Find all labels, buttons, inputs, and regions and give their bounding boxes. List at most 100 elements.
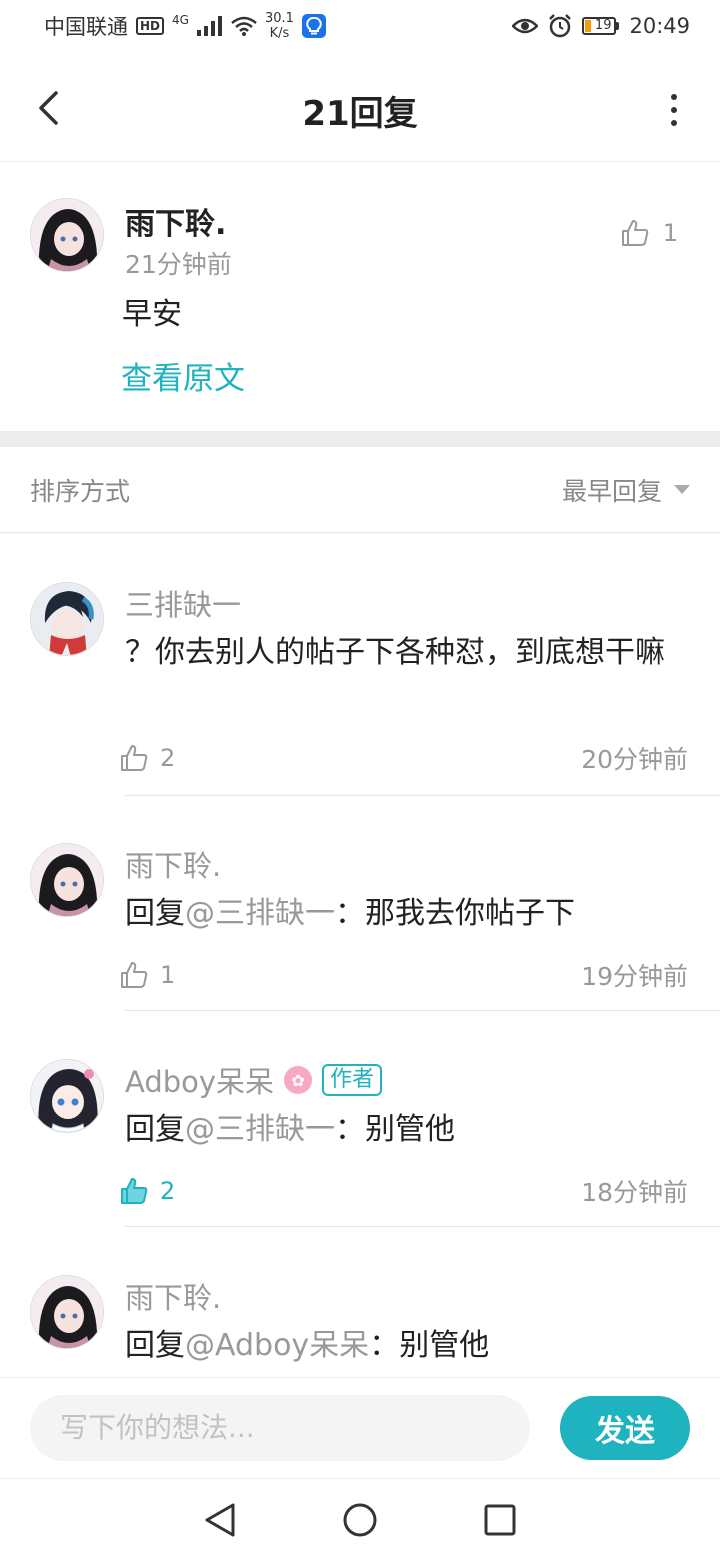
- reply-body: ：别管他: [369, 1328, 490, 1363]
- more-dot: [671, 120, 677, 126]
- post-time: 21分钟前: [125, 250, 232, 279]
- triangle-back-icon: [205, 1503, 235, 1536]
- hd-badge: HD: [136, 17, 165, 35]
- post-text: 早安: [122, 297, 182, 332]
- comment-item: 三排缺一 ？你去别人的帖子下各种怼，到底想干嘛 2 20分钟前: [0, 582, 720, 796]
- sort-bar: 排序方式 最早回复: [0, 447, 720, 533]
- more-options-button[interactable]: [668, 90, 680, 130]
- flower-badge-icon: ✿: [284, 1066, 313, 1094]
- sort-dropdown[interactable]: 最早回复: [562, 472, 690, 508]
- app-header: 21回复: [0, 60, 720, 162]
- avatar-girl-dark-hair: [31, 1276, 103, 1348]
- comment-text: ？你去别人的帖子下各种怼，到底想干嘛: [125, 635, 665, 670]
- battery-indicator: 19: [582, 17, 620, 35]
- post-author[interactable]: 雨下聆.: [125, 199, 226, 243]
- status-bar: 中国联通 HD 4G 30.1 K/s 19 20:49: [0, 0, 720, 52]
- square-recents-icon: [484, 1504, 516, 1535]
- comment-author[interactable]: 三排缺一: [125, 582, 241, 624]
- comment-author[interactable]: Adboy呆呆 ✿ 作者: [125, 1059, 383, 1101]
- sort-label: 排序方式: [30, 476, 131, 506]
- reply-prefix: 回复: [125, 1112, 185, 1147]
- avatar[interactable]: [30, 198, 104, 272]
- reply-mention[interactable]: @三排缺一: [185, 896, 335, 931]
- thumbs-up-icon: [121, 962, 148, 988]
- more-dot: [671, 94, 677, 100]
- like-count: 1: [160, 961, 176, 989]
- avatar-girl-dark-hair: [31, 844, 103, 916]
- circle-home-icon: [343, 1503, 377, 1536]
- comment-text: 回复@三排缺一：那我去你帖子下: [125, 891, 685, 937]
- comment-time: 18分钟前: [581, 1178, 688, 1207]
- comment-input-bar: 发送: [0, 1377, 720, 1477]
- comment-author-name: 雨下聆.: [125, 1281, 222, 1315]
- signal-icon: [196, 16, 222, 36]
- thumbs-up-icon: [121, 745, 148, 771]
- caret-down-icon: [674, 485, 690, 494]
- divider: [125, 1010, 720, 1011]
- comment-author[interactable]: 雨下聆.: [125, 843, 221, 885]
- send-button[interactable]: 发送: [560, 1395, 690, 1460]
- thumbs-up-filled-icon: [121, 1178, 148, 1204]
- avatar-girl-blue-eyes: [31, 1060, 103, 1132]
- reply-body: ：别管他: [335, 1112, 455, 1147]
- avatar-girl-dark-hair: [31, 199, 103, 271]
- chevron-left-icon: [39, 91, 58, 125]
- comment-time: 19分钟前: [581, 962, 688, 991]
- comment-footer: 1 19分钟前: [120, 957, 688, 993]
- comment-author[interactable]: 雨下聆.: [125, 1275, 221, 1317]
- system-nav-bar: [0, 1478, 720, 1560]
- comment-author-name: 三排缺一: [125, 588, 242, 622]
- avatar-boy-red-scarf: [31, 583, 103, 655]
- divider: [125, 1226, 720, 1227]
- back-button[interactable]: [28, 86, 68, 130]
- comment-footer: 2 18分钟前: [120, 1173, 688, 1209]
- avatar[interactable]: [30, 843, 104, 917]
- more-dot: [671, 107, 677, 113]
- eye-icon: [512, 18, 539, 34]
- comment-footer: 2 20分钟前: [120, 740, 688, 776]
- reply-body: ：那我去你帖子下: [335, 896, 575, 931]
- sort-selected: 最早回复: [561, 476, 662, 506]
- reply-prefix: 回复: [125, 896, 185, 931]
- speed-unit: K/s: [269, 26, 290, 41]
- comment-time: 20分钟前: [581, 745, 688, 774]
- network-type: 4G: [172, 13, 189, 27]
- comment-input[interactable]: [30, 1394, 530, 1461]
- lightbulb-icon: [301, 14, 326, 38]
- divider: [125, 795, 720, 796]
- network-speed: 30.1 K/s: [265, 11, 294, 41]
- like-button[interactable]: 2: [120, 744, 175, 772]
- comment-author-name: Adboy呆呆: [125, 1065, 275, 1099]
- reply-mention[interactable]: @Adboy呆呆: [185, 1328, 369, 1363]
- reply-prefix: 回复: [125, 1328, 185, 1363]
- original-post: 雨下聆. 21分钟前 早安 查看原文 1: [0, 163, 720, 431]
- carrier-label: 中国联通: [44, 15, 128, 39]
- comment-item: Adboy呆呆 ✿ 作者 回复@三排缺一：别管他 2 18分钟前: [0, 1059, 720, 1227]
- alarm-icon: [549, 14, 572, 38]
- like-button[interactable]: 2: [120, 1177, 175, 1205]
- view-original-link[interactable]: 查看原文: [121, 353, 245, 398]
- nav-home-button[interactable]: [335, 1495, 385, 1545]
- avatar[interactable]: [30, 582, 104, 656]
- comment-item: 雨下聆. 回复@三排缺一：那我去你帖子下 1 19分钟前: [0, 843, 720, 1011]
- like-count: 2: [160, 744, 176, 772]
- nav-back-button[interactable]: [195, 1495, 245, 1545]
- avatar[interactable]: [30, 1275, 104, 1349]
- comment-text: 回复@三排缺一：别管他: [125, 1107, 685, 1153]
- page-title: 21回复: [302, 94, 418, 134]
- like-button[interactable]: 1: [621, 219, 678, 247]
- like-count: 2: [160, 1177, 176, 1205]
- like-button[interactable]: 1: [120, 961, 175, 989]
- author-tag: 作者: [322, 1064, 383, 1096]
- battery-level: 19: [594, 18, 612, 33]
- clock: 20:49: [629, 14, 690, 38]
- thumbs-up-icon: [621, 220, 648, 246]
- nav-recents-button[interactable]: [475, 1495, 525, 1545]
- avatar[interactable]: [30, 1059, 104, 1133]
- section-divider: [0, 431, 720, 447]
- speed-value: 30.1: [264, 11, 294, 26]
- comment-author-name: 雨下聆.: [125, 849, 222, 883]
- wifi-icon: [231, 16, 257, 36]
- comment-item: 雨下聆. 回复@Adboy呆呆：别管他: [0, 1275, 720, 1375]
- reply-mention[interactable]: @三排缺一: [185, 1112, 335, 1147]
